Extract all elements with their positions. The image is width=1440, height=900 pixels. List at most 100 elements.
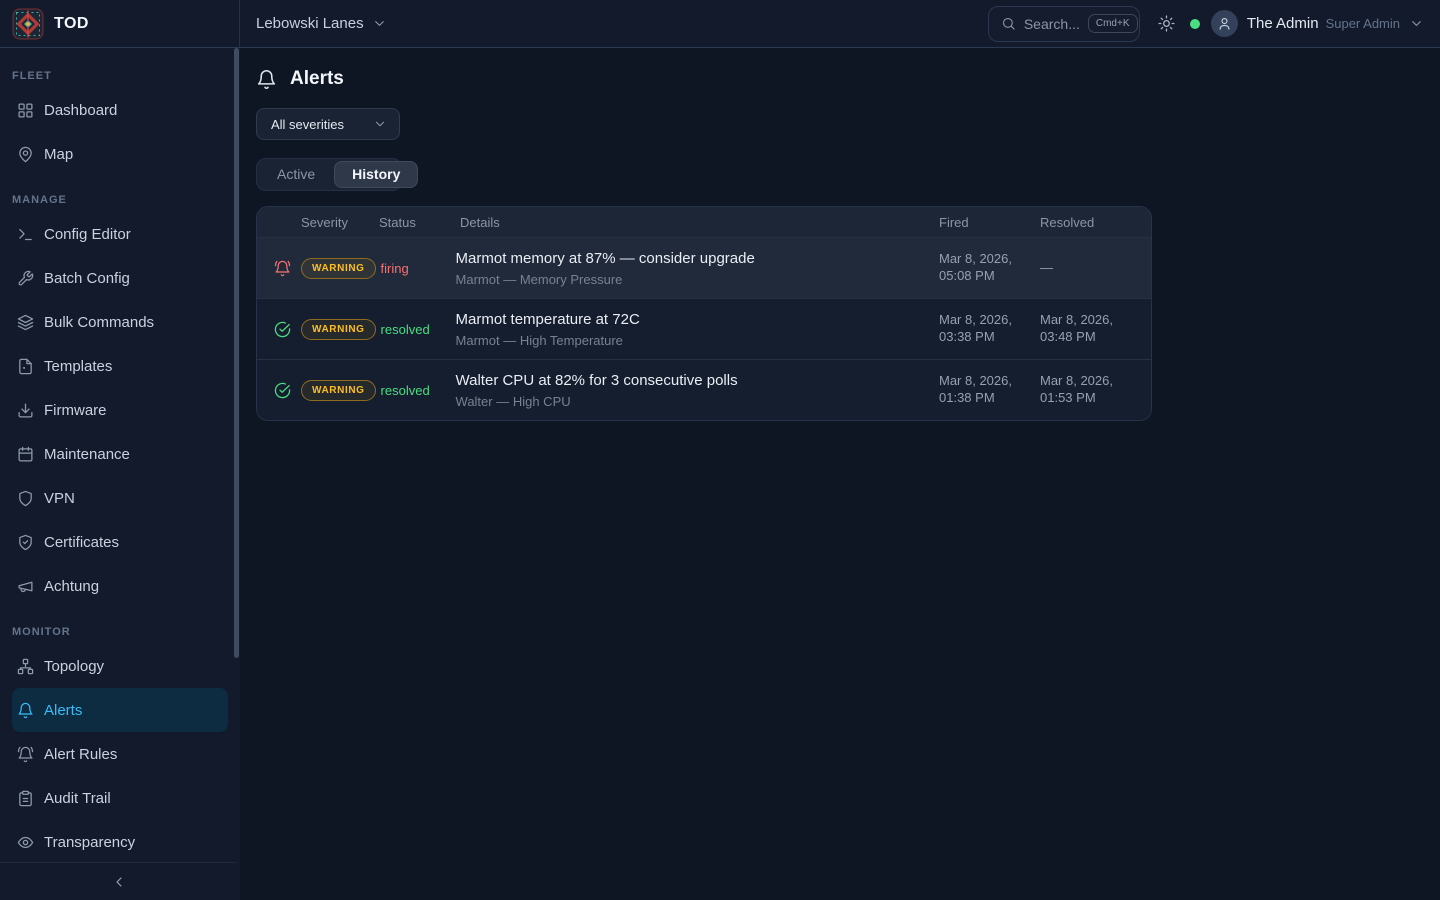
sidebar-item-alert-rules[interactable]: Alert Rules bbox=[12, 732, 228, 776]
search-input[interactable]: Search... Cmd+K bbox=[988, 6, 1140, 42]
download-icon bbox=[17, 402, 34, 419]
dashboard-icon bbox=[17, 102, 34, 119]
nav-section-fleet: FLEET Dashboard Map bbox=[0, 70, 240, 176]
alert-subtitle: Marmot — Memory Pressure bbox=[456, 272, 928, 287]
table-row[interactable]: WARNING resolved Marmot temperature at 7… bbox=[257, 298, 1151, 359]
sidebar-item-achtung[interactable]: Achtung bbox=[12, 564, 228, 608]
map-pin-icon bbox=[17, 146, 34, 163]
sidebar-scrollbar[interactable] bbox=[234, 48, 239, 658]
resolved-timestamp: — bbox=[1040, 260, 1126, 277]
column-header-resolved: Resolved bbox=[1035, 215, 1151, 230]
page-title: Alerts bbox=[290, 68, 344, 90]
severity-badge: WARNING bbox=[301, 258, 376, 279]
alert-details: Marmot temperature at 72C Marmot — High … bbox=[448, 311, 928, 348]
main-content: Alerts All severities Active History Sev… bbox=[240, 48, 1440, 900]
search-shortcut-badge: Cmd+K bbox=[1088, 14, 1138, 33]
table-row[interactable]: WARNING resolved Walter CPU at 82% for 3… bbox=[257, 359, 1151, 420]
topbar: TOD Lebowski Lanes Search... Cmd+K bbox=[0, 0, 1440, 48]
alerts-tabs: Active History bbox=[256, 158, 402, 191]
chevron-down-icon bbox=[373, 117, 387, 131]
alert-title: Marmot memory at 87% — consider upgrade bbox=[456, 250, 928, 267]
alert-title: Marmot temperature at 72C bbox=[456, 311, 928, 328]
tab-active[interactable]: Active bbox=[260, 161, 332, 188]
online-status-dot bbox=[1190, 19, 1200, 29]
nav-section-monitor: MONITOR Topology Alerts bbox=[0, 626, 240, 864]
search-icon bbox=[1001, 16, 1016, 31]
sidebar-collapse-button[interactable] bbox=[0, 862, 237, 900]
fired-timestamp: Mar 8, 2026, 05:08 PM bbox=[939, 251, 1025, 285]
sidebar-item-certificates[interactable]: Certificates bbox=[12, 520, 228, 564]
org-name: Lebowski Lanes bbox=[256, 15, 364, 32]
sidebar: FLEET Dashboard Map MANAGE bbox=[0, 48, 240, 900]
megaphone-icon bbox=[17, 578, 34, 595]
sidebar-item-bulk-commands[interactable]: Bulk Commands bbox=[12, 300, 228, 344]
wrench-icon bbox=[17, 270, 34, 287]
user-menu-chevron-down-icon[interactable] bbox=[1409, 16, 1424, 31]
shield-check-icon bbox=[17, 534, 34, 551]
sidebar-item-alerts[interactable]: Alerts bbox=[12, 688, 228, 732]
eye-icon bbox=[17, 834, 34, 851]
severity-filter-value: All severities bbox=[271, 117, 373, 132]
layers-icon bbox=[17, 314, 34, 331]
section-label-manage: MANAGE bbox=[0, 194, 240, 206]
column-header-status: Status bbox=[374, 215, 446, 230]
bell-icon bbox=[17, 702, 34, 719]
user-avatar[interactable] bbox=[1211, 10, 1238, 37]
brand-logo-icon bbox=[12, 8, 44, 40]
sidebar-item-maintenance[interactable]: Maintenance bbox=[12, 432, 228, 476]
sidebar-item-vpn[interactable]: VPN bbox=[12, 476, 228, 520]
shield-icon bbox=[17, 490, 34, 507]
column-header-fired: Fired bbox=[928, 215, 1035, 230]
alert-subtitle: Marmot — High Temperature bbox=[456, 333, 928, 348]
sidebar-item-firmware[interactable]: Firmware bbox=[12, 388, 228, 432]
bell-ring-icon bbox=[17, 746, 34, 763]
alert-details: Walter CPU at 82% for 3 consecutive poll… bbox=[448, 372, 928, 409]
resolved-timestamp: Mar 8, 2026, 01:53 PM bbox=[1040, 373, 1126, 407]
section-label-fleet: FLEET bbox=[0, 70, 240, 82]
fired-timestamp: Mar 8, 2026, 01:38 PM bbox=[939, 373, 1025, 407]
terminal-icon bbox=[17, 226, 34, 243]
theme-toggle-sun-icon[interactable] bbox=[1158, 15, 1175, 32]
status-text: firing bbox=[376, 261, 448, 276]
status-text: resolved bbox=[376, 322, 448, 337]
tab-history[interactable]: History bbox=[334, 161, 418, 188]
check-circle-icon bbox=[274, 382, 291, 399]
alerts-table: Severity Status Details Fired Resolved W… bbox=[256, 206, 1152, 421]
alert-subtitle: Walter — High CPU bbox=[456, 394, 928, 409]
file-icon bbox=[17, 358, 34, 375]
chevron-down-icon bbox=[372, 16, 387, 31]
sidebar-item-templates[interactable]: Templates bbox=[12, 344, 228, 388]
org-switcher[interactable]: Lebowski Lanes bbox=[256, 15, 387, 32]
section-label-monitor: MONITOR bbox=[0, 626, 240, 638]
severity-filter-dropdown[interactable]: All severities bbox=[256, 108, 400, 140]
table-header: Severity Status Details Fired Resolved bbox=[257, 207, 1151, 237]
table-row[interactable]: WARNING firing Marmot memory at 87% — co… bbox=[257, 237, 1151, 298]
sidebar-item-map[interactable]: Map bbox=[12, 132, 228, 176]
clipboard-icon bbox=[17, 790, 34, 807]
column-header-severity: Severity bbox=[257, 215, 374, 230]
page-header: Alerts bbox=[256, 68, 1440, 90]
chevron-left-icon bbox=[111, 874, 127, 890]
status-text: resolved bbox=[376, 383, 448, 398]
check-circle-icon bbox=[274, 321, 291, 338]
topbar-main: Lebowski Lanes Search... Cmd+K bbox=[240, 0, 1440, 47]
calendar-icon bbox=[17, 446, 34, 463]
column-header-details: Details bbox=[446, 215, 928, 230]
sidebar-item-dashboard[interactable]: Dashboard bbox=[12, 88, 228, 132]
sidebar-item-batch-config[interactable]: Batch Config bbox=[12, 256, 228, 300]
user-name: The Admin bbox=[1247, 15, 1319, 32]
resolved-timestamp: Mar 8, 2026, 03:48 PM bbox=[1040, 312, 1126, 346]
sidebar-item-audit-trail[interactable]: Audit Trail bbox=[12, 776, 228, 820]
sidebar-item-topology[interactable]: Topology bbox=[12, 644, 228, 688]
severity-badge: WARNING bbox=[301, 380, 376, 401]
severity-badge: WARNING bbox=[301, 319, 376, 340]
sidebar-item-config-editor[interactable]: Config Editor bbox=[12, 212, 228, 256]
sidebar-item-transparency[interactable]: Transparency bbox=[12, 820, 228, 864]
bell-ring-icon bbox=[274, 260, 291, 277]
nav-section-manage: MANAGE Config Editor Batch Config bbox=[0, 194, 240, 608]
brand-name: TOD bbox=[54, 15, 89, 33]
user-role-badge: Super Admin bbox=[1326, 16, 1400, 31]
alerts-bell-icon bbox=[256, 69, 277, 90]
network-icon bbox=[17, 658, 34, 675]
alert-details: Marmot memory at 87% — consider upgrade … bbox=[448, 250, 928, 287]
